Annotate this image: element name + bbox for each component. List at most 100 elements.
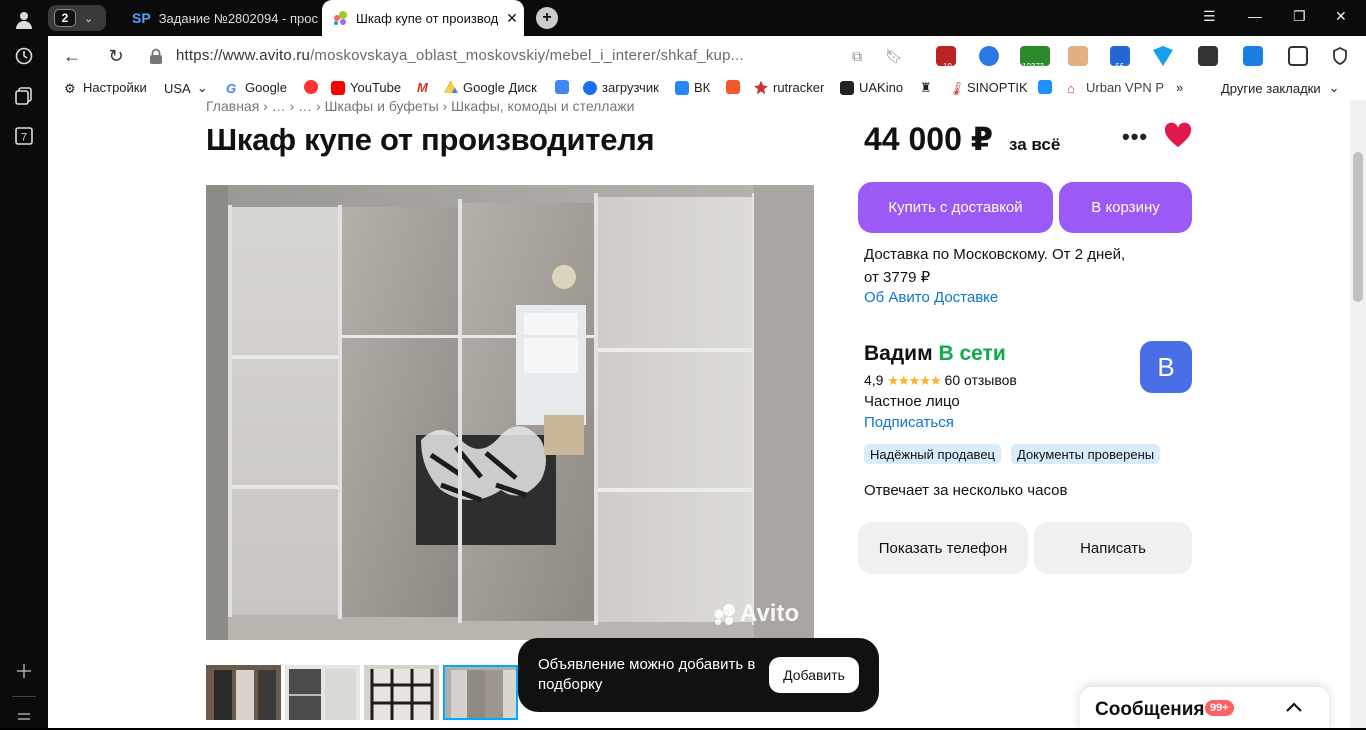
tab-task[interactable]: SP Задание №2802094 - прос <box>122 0 322 36</box>
url-field[interactable]: https://www.avito.ru/moskovskaya_oblast_… <box>176 47 744 64</box>
seller-avatar[interactable]: В <box>1140 341 1192 393</box>
close-tab-icon[interactable]: ✕ <box>498 10 518 27</box>
ext-dark-icon[interactable] <box>1198 46 1218 66</box>
ext-face-icon[interactable] <box>1068 46 1088 66</box>
chevron-up-icon[interactable] <box>1285 696 1303 719</box>
google-icon: G <box>226 80 237 96</box>
download-icon[interactable] <box>1243 46 1263 66</box>
reload-icon[interactable]: ↻ <box>104 44 128 68</box>
bookmark-gmail[interactable]: M <box>417 80 436 95</box>
thumbnail-selected[interactable] <box>443 665 518 720</box>
ext-badge-value: 10373 <box>1022 62 1045 71</box>
breadcrumb[interactable]: Главная › … › … › Шкафы и буфеты › Шкафы… <box>206 100 634 114</box>
restore-icon[interactable]: ❐ <box>1293 8 1306 25</box>
p-icon <box>1038 80 1052 94</box>
favorite-heart-icon[interactable] <box>1164 122 1192 150</box>
page-content: Главная › … › … › Шкафы и буфеты › Шкафы… <box>48 100 1350 728</box>
bookmarks-overflow-icon[interactable]: » <box>1176 80 1183 95</box>
main-photo[interactable]: Avito <box>206 185 814 640</box>
sidebar-more-icon[interactable] <box>10 702 38 730</box>
history-icon[interactable] <box>10 42 38 70</box>
bookmark-p[interactable] <box>1038 80 1057 94</box>
show-phone-button[interactable]: Показать телефон <box>858 522 1028 574</box>
ext-badge-19-icon[interactable]: 19 <box>936 46 956 71</box>
bookmark-settings[interactable]: ⚙ Настройки <box>64 80 147 96</box>
bookmark-downloader[interactable]: загрузчик <box>583 80 659 95</box>
write-message-button[interactable]: Написать <box>1034 522 1192 574</box>
bookmark-uakino[interactable]: UAKino <box>840 80 903 95</box>
copy-link-icon[interactable]: ⧉ <box>845 44 869 68</box>
sp-favicon-icon: SP <box>132 10 151 26</box>
seller-rating-row[interactable]: 4,9 ★★★★★ 60 отзывов <box>864 372 1017 389</box>
rutracker-icon <box>754 80 768 95</box>
f-icon <box>726 80 740 94</box>
bookmark-f[interactable] <box>726 80 745 94</box>
bookmark-label: Google Диск <box>463 80 537 95</box>
minimize-icon[interactable]: — <box>1248 8 1262 24</box>
bookmark-google[interactable]: G Google <box>226 80 287 96</box>
bookmark-google-drive[interactable]: Google Диск <box>444 80 537 95</box>
tab-count: 2 <box>54 9 76 27</box>
ext-calendar-icon[interactable]: 66 <box>1110 46 1130 71</box>
thumbnail[interactable] <box>285 665 360 720</box>
svg-text:7: 7 <box>21 132 27 144</box>
bookmark-label: UAKino <box>859 80 904 95</box>
thumbnail[interactable] <box>206 665 281 720</box>
bookmark-chess[interactable]: ♜ <box>920 80 939 95</box>
reliable-seller-badge[interactable]: Надёжный продавец <box>864 444 1001 464</box>
yandex-icon <box>304 80 318 94</box>
vk-icon <box>675 80 689 95</box>
bookmark-other[interactable]: Другие закладки ⌄ <box>1221 80 1340 96</box>
ext-counter-icon[interactable]: 10373 <box>1020 46 1050 71</box>
bookmark-vk[interactable]: ВК <box>675 80 710 95</box>
page-scrollbar[interactable] <box>1350 100 1366 728</box>
lock-icon[interactable] <box>144 44 168 68</box>
tab-count-button[interactable]: 2 ⌄ <box>48 5 106 31</box>
rating-value: 4,9 <box>864 372 884 388</box>
bookmark-rutracker[interactable]: rutracker <box>754 80 824 95</box>
bookmark-urban-vpn[interactable]: ⌂ Urban VPN P <box>1067 80 1164 96</box>
subscribe-link[interactable]: Подписаться <box>864 414 954 431</box>
calendar-icon[interactable]: 7 <box>10 122 38 150</box>
avito-delivery-link[interactable]: Об Авито Доставке <box>864 289 998 306</box>
bookmark-usa[interactable]: USA ⌄ <box>164 80 208 96</box>
seller-name[interactable]: Вадим <box>864 342 933 365</box>
bookmark-label: YouTube <box>350 80 402 95</box>
tab-bar: 2 ⌄ SP Задание №2802094 - прос Шкаф купе… <box>48 0 1366 36</box>
add-panel-icon[interactable] <box>10 657 38 685</box>
scrollbar-thumb[interactable] <box>1353 152 1363 302</box>
url-path: /moskovskaya_oblast_moskovskiy/mebel_i_i… <box>310 47 744 64</box>
vpn-ext-icon[interactable] <box>979 46 999 66</box>
bookmark-icon[interactable]: 🔖︎ <box>882 44 906 68</box>
documents-verified-badge[interactable]: Документы проверены <box>1011 444 1161 464</box>
menu-icon[interactable]: ☰ <box>1203 8 1216 25</box>
browser-sidebar: 7 <box>0 0 48 728</box>
buy-with-delivery-button[interactable]: Купить с доставкой <box>858 182 1053 233</box>
bookmark-youtube[interactable]: YouTube <box>331 80 401 95</box>
more-options-icon[interactable]: ••• <box>1122 124 1148 150</box>
bookmarks-bar: ⚙ Настройки USA ⌄ G Google YouTube M Google… <box>48 76 1366 100</box>
bookmark-label: Другие закладки <box>1221 80 1321 96</box>
add-to-cart-button[interactable]: В корзину <box>1059 182 1192 233</box>
shield-icon[interactable] <box>1328 44 1352 68</box>
ext-diamond-icon[interactable] <box>1153 46 1173 66</box>
google-drive-icon <box>444 80 458 94</box>
collections-icon[interactable] <box>10 82 38 110</box>
messages-widget[interactable]: Сообщения 99+ <box>1080 687 1329 728</box>
ext-puzzle-icon[interactable] <box>1288 46 1308 66</box>
thumbnail[interactable] <box>364 665 439 720</box>
close-window-icon[interactable]: ✕ <box>1335 8 1347 25</box>
bookmark-translate[interactable] <box>555 80 574 94</box>
avito-watermark: Avito <box>712 600 799 628</box>
translate-icon <box>555 80 569 94</box>
new-tab-button[interactable]: + <box>536 7 558 29</box>
profile-icon[interactable] <box>10 6 38 34</box>
infinity-icon <box>583 80 597 95</box>
toast-add-button[interactable]: Добавить <box>769 657 859 693</box>
bookmark-sinoptik[interactable]: 🌡︎ SINOPTIK <box>948 80 1028 96</box>
bookmark-yandex[interactable] <box>304 80 323 94</box>
delivery-info-line2: от 3779 ₽ <box>864 269 931 286</box>
tab-avito[interactable]: Шкаф купе от производ ✕ <box>322 0 524 36</box>
back-icon[interactable]: ← <box>60 44 84 68</box>
rating-stars-icon: ★★★★★ <box>887 373 941 388</box>
